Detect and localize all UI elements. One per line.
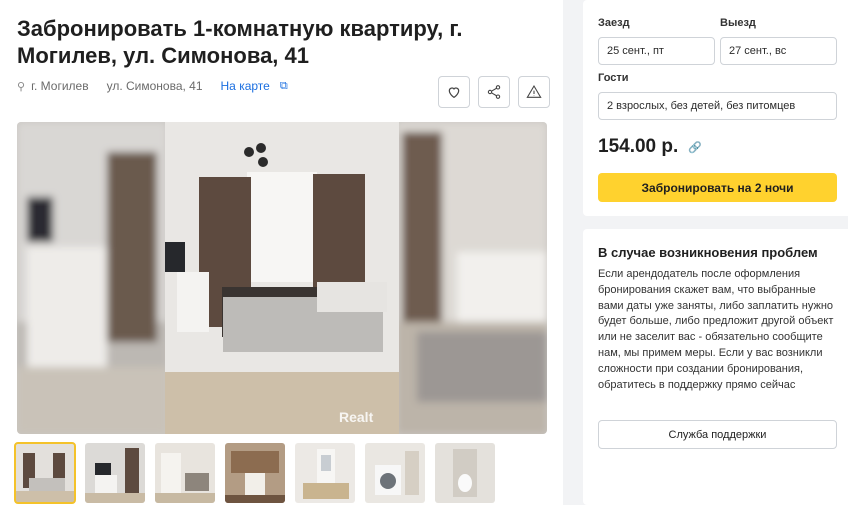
thumbnail-strip <box>14 442 495 504</box>
report-button[interactable] <box>518 76 550 108</box>
realt-watermark: Realt <box>339 409 374 425</box>
warning-icon <box>526 84 542 98</box>
problems-text: Если арендодатель после оформления брони… <box>598 268 834 391</box>
thumbnail-1[interactable] <box>14 442 76 504</box>
checkin-field[interactable]: 25 сент., пт <box>598 37 715 65</box>
link-icon[interactable]: 🔗 <box>688 141 702 154</box>
thumbnail-4[interactable] <box>225 443 285 503</box>
favorite-button[interactable] <box>438 76 470 108</box>
share-button[interactable] <box>478 76 510 108</box>
checkout-label: Выезд <box>720 17 756 29</box>
address-line: ⚲ г. Могилев ул. Симонова, 41 На карте ⧉ <box>17 79 288 93</box>
address-city: г. Могилев <box>31 79 89 93</box>
heart-icon <box>448 87 460 99</box>
book-button[interactable]: Забронировать на 2 ночи <box>598 173 837 202</box>
thumbnail-3[interactable] <box>155 443 215 503</box>
copy-icon[interactable]: ⧉ <box>280 80 288 93</box>
price-value: 154.00 р. <box>598 136 679 157</box>
problems-title: В случае возникновения проблем <box>598 245 818 260</box>
location-pin-icon: ⚲ <box>17 80 26 93</box>
apartment-photo: Realt <box>17 122 547 434</box>
thumbnail-2[interactable] <box>85 443 145 503</box>
thumbnail-6[interactable] <box>365 443 425 503</box>
price-block: 154.00 р. 🔗 <box>598 136 702 158</box>
checkout-field[interactable]: 27 сент., вс <box>720 37 837 65</box>
listing-main: Забронировать 1-комнатную квартиру, г. М… <box>0 0 563 505</box>
share-icon <box>487 85 501 99</box>
problems-card: В случае возникновения проблем Если арен… <box>583 229 848 505</box>
checkin-label: Заезд <box>598 17 630 29</box>
guests-label: Гости <box>598 72 629 84</box>
guests-field[interactable]: 2 взрослых, без детей, без питомцев <box>598 92 837 120</box>
photo-gallery[interactable]: Realt <box>17 122 547 434</box>
thumbnail-7[interactable] <box>435 443 495 503</box>
map-link[interactable]: На карте <box>221 79 270 93</box>
booking-card: Заезд Выезд 25 сент., пт 27 сент., вс Го… <box>583 0 848 216</box>
page-title: Забронировать 1-комнатную квартиру, г. М… <box>17 16 463 68</box>
listing-actions <box>438 76 550 108</box>
thumbnail-5[interactable] <box>295 443 355 503</box>
address-street: ул. Симонова, 41 <box>106 79 203 93</box>
support-button[interactable]: Служба поддержки <box>598 420 837 449</box>
